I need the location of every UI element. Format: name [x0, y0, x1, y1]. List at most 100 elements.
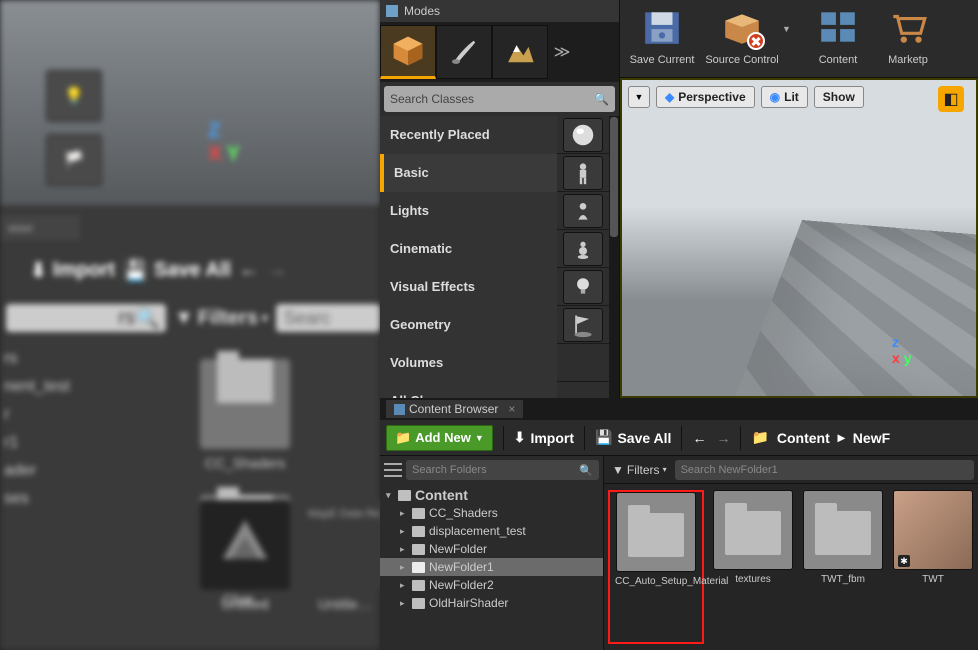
lightbulb-icon: 💡 [56, 78, 92, 114]
folder-tree[interactable]: rs nent_test r r1 ader ses [0, 345, 200, 513]
perspective-button[interactable]: ◆Perspective [656, 86, 755, 108]
folder-search-input[interactable]: rs 🔍 [6, 304, 166, 332]
breadcrumb[interactable]: 📁 Content ▸ NewF [751, 429, 890, 446]
search-assets-input[interactable]: Search NewFolder1 [675, 460, 974, 480]
modes-tab[interactable]: Modes [380, 0, 619, 22]
character-icon [563, 156, 603, 190]
tree-node-selected[interactable]: ▸NewFolder1 [380, 558, 603, 576]
import-button[interactable]: ⬇Import [514, 429, 574, 446]
modes-tab-icon [386, 5, 398, 17]
source-control-icon [719, 4, 765, 50]
folder-plus-icon: 📁 [395, 430, 411, 446]
floor-mesh [729, 220, 978, 398]
save-icon: 💾 [595, 429, 612, 446]
landscape-mode-button[interactable] [492, 25, 548, 79]
source-control-dropdown[interactable]: ▼ [782, 4, 798, 34]
tree-node-content[interactable]: ▾Content [380, 486, 603, 504]
filters-dropdown[interactable]: ▼Filters▾ [174, 307, 268, 330]
nav-fwd-button[interactable]: → [716, 430, 730, 446]
mode-toolbar: ≫ [380, 22, 619, 82]
content-button[interactable]: Content [798, 4, 878, 66]
paint-mode-button[interactable] [436, 25, 492, 79]
content-browser-tab[interactable]: wser [0, 215, 80, 240]
lit-cube-icon: ◉ [770, 90, 780, 104]
category-cinematic[interactable]: Cinematic [380, 230, 609, 268]
content-browser-panel: Content Browser × 📁 Add New ▼ ⬇Import 💾S… [380, 398, 978, 650]
category-lights[interactable]: Lights [380, 192, 609, 230]
cube-icon [390, 33, 426, 69]
asset-folder[interactable]: TWT_fbm [802, 490, 884, 644]
category-scrollbar[interactable] [609, 116, 619, 420]
search-folders-input[interactable]: Search Folders 🔍 [406, 460, 599, 480]
tree-menu-button[interactable] [384, 461, 402, 479]
close-tab-icon[interactable]: × [508, 402, 515, 416]
category-recently-placed[interactable]: Recently Placed [380, 116, 609, 154]
asset-item[interactable]: Untitled [200, 500, 290, 612]
camera-icon: ◆ [665, 90, 674, 104]
brush-icon [448, 36, 480, 68]
tree-node[interactable]: ▸OldHairShader [380, 594, 603, 612]
cart-icon [885, 4, 931, 50]
nav-fwd-button[interactable]: → [267, 259, 287, 282]
viewport-gizmo-button[interactable]: ◧ [938, 86, 964, 112]
place-mode-button[interactable] [380, 25, 436, 79]
placed-thumb: 🏳️ [46, 134, 102, 186]
category-geometry[interactable]: Geometry [380, 306, 609, 344]
main-toolbar: Save Current Source Control ▼ Content Ma… [620, 0, 978, 78]
folder-tree[interactable]: ▾Content ▸CC_Shaders ▸displacement_test … [380, 484, 603, 650]
import-button[interactable]: ⬇Import [30, 258, 115, 283]
asset-badge-icon: ✱ [898, 555, 910, 567]
asset-panel: ▼ Filters ▾ Search NewFolder1 CC_Auto_Se… [604, 456, 978, 650]
folder-tree-panel: Search Folders 🔍 ▾Content ▸CC_Shaders ▸d… [380, 456, 604, 650]
flag-icon: 🏳️ [56, 142, 92, 178]
editor-window: Modes ≫ Search Classes 🔍 Recently Placed [380, 0, 978, 650]
content-browser-tab[interactable]: Content Browser × [386, 400, 523, 418]
tree-node[interactable]: ▸displacement_test [380, 522, 603, 540]
nav-back-button[interactable]: ← [239, 259, 259, 282]
lit-button[interactable]: ◉Lit [761, 86, 808, 108]
save-current-button[interactable]: Save Current [622, 4, 702, 66]
nav-back-button[interactable]: ← [692, 430, 706, 446]
stacked-spheres-icon [563, 232, 603, 266]
filters-dropdown[interactable]: ▼ Filters ▾ [608, 463, 671, 477]
save-all-button[interactable]: 💾Save All [123, 258, 231, 283]
category-basic[interactable]: Basic [380, 154, 609, 192]
filter-icon: ▼ [174, 307, 194, 330]
level-viewport[interactable]: ▼ ◆Perspective ◉Lit Show ◧ zx y [620, 78, 978, 398]
add-new-button[interactable]: 📁 Add New ▼ [386, 425, 493, 451]
flag-icon [563, 308, 603, 342]
floppy-icon [639, 4, 685, 50]
asset-search-input[interactable]: Searc [276, 304, 380, 332]
download-icon: ⬇ [30, 258, 47, 283]
placed-thumb: 💡 [46, 70, 102, 122]
viewport-options-dropdown[interactable]: ▼ [628, 86, 650, 108]
viewport-area: 💡 🏳️ ZX Y [0, 0, 380, 205]
asset-texture[interactable]: ✱ TWT [892, 490, 974, 644]
lightbulb-icon [563, 270, 603, 304]
download-icon: ⬇ [514, 429, 526, 446]
filter-icon: ▼ [612, 463, 624, 477]
category-volumes[interactable]: Volumes [380, 344, 609, 382]
source-control-button[interactable]: Source Control [702, 4, 782, 66]
tree-node[interactable]: ▸NewFolder [380, 540, 603, 558]
left-duplicate-blurred: 💡 🏳️ ZX Y wser ⬇Import 💾Save All ← → rs … [0, 0, 380, 650]
asset-folder-highlighted[interactable]: CC_Auto_Setup_Material [608, 490, 704, 644]
save-all-button[interactable]: 💾Save All [595, 429, 671, 446]
folder-icon: 📁 [751, 429, 768, 446]
content-tab-icon [394, 404, 405, 415]
search-icon: 🔍 [579, 464, 593, 477]
asset-item[interactable]: CC_Shaders [200, 345, 290, 471]
axis-gizmo: ZX Y [208, 120, 240, 166]
category-visual-effects[interactable]: Visual Effects [380, 268, 609, 306]
marketplace-button[interactable]: Marketp [878, 4, 938, 66]
tree-node[interactable]: ▸CC_Shaders [380, 504, 603, 522]
more-modes-button[interactable]: ≫ [548, 25, 576, 79]
asset-item[interactable]: MapE Data Re Untitle… [300, 500, 390, 612]
mountain-icon [503, 35, 537, 69]
search-classes-input[interactable]: Search Classes 🔍 [384, 86, 615, 112]
asset-folder[interactable]: textures [712, 490, 794, 644]
save-icon: 💾 [123, 258, 148, 283]
show-button[interactable]: Show [814, 86, 864, 108]
tree-node[interactable]: ▸NewFolder2 [380, 576, 603, 594]
level-icon [217, 517, 273, 573]
